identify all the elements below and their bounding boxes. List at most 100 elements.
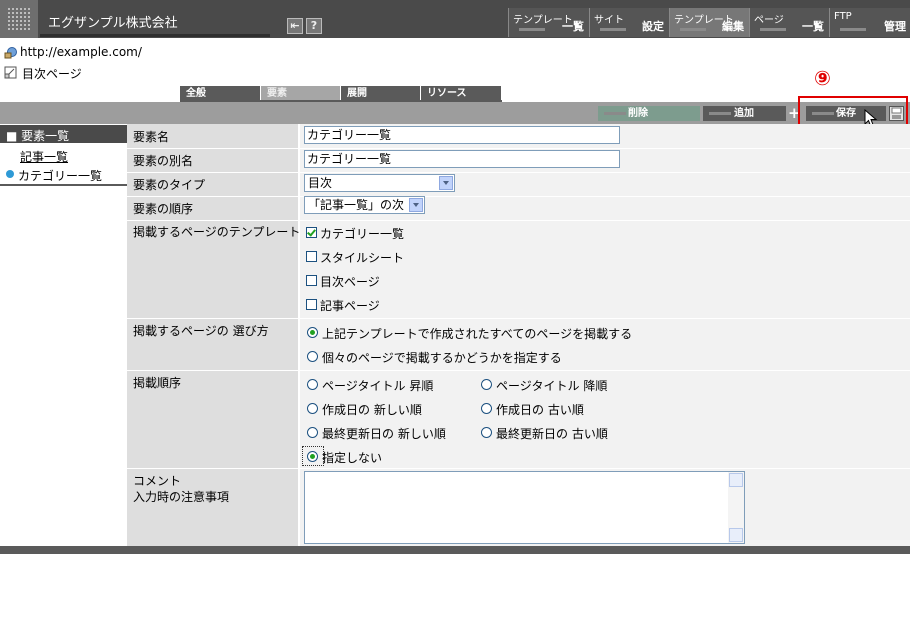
order-radio-title-asc[interactable]: [307, 379, 318, 390]
logo-dot: [28, 8, 30, 10]
nav-template-list-button[interactable]: テンプレート 一覧: [508, 8, 589, 37]
order-radio-created-new[interactable]: [307, 403, 318, 414]
nav-label-bottom: 一覧: [562, 20, 584, 33]
chevron-down-icon[interactable]: [409, 198, 423, 212]
logo-dot: [24, 24, 26, 26]
logo-dot: [20, 28, 22, 30]
company-name: エグザンプル株式会社: [48, 16, 178, 31]
logo-dot: [8, 12, 10, 14]
template-option-label: 目次ページ: [320, 275, 380, 289]
tab-deploy[interactable]: 展開: [341, 86, 421, 101]
nav-indicator: [840, 28, 866, 31]
button-indicator: [709, 112, 731, 115]
nav-site-settings-button[interactable]: サイト 設定: [589, 8, 669, 37]
nav-page-list-button[interactable]: ページ 一覧: [749, 8, 829, 37]
element-alias-label: 要素の別名: [133, 154, 194, 168]
selection-option-label: 上記テンプレートで作成されたすべてのページを掲載する: [322, 327, 633, 341]
delete-label: 削除: [628, 108, 648, 119]
tab-resources[interactable]: リソース: [421, 86, 502, 101]
nav-label-bottom: 一覧: [802, 20, 824, 33]
selection-radio-all[interactable]: [307, 327, 318, 338]
order-radio-title-desc[interactable]: [481, 379, 492, 390]
row-divider: [127, 318, 910, 319]
row-divider: [127, 196, 910, 197]
scroll-up-icon[interactable]: [729, 473, 743, 487]
element-type-value: 目次: [308, 176, 333, 190]
order-radio-created-old[interactable]: [481, 403, 492, 414]
template-checkbox-toc[interactable]: [306, 275, 317, 286]
logo-dot: [12, 24, 14, 26]
delete-button[interactable]: 削除: [598, 106, 700, 121]
order-radio-none[interactable]: [307, 451, 318, 462]
column-separator: [298, 124, 300, 546]
nav-template-edit-button[interactable]: テンプレート 編集: [669, 8, 749, 37]
comment-note-label: 入力時の注意事項: [133, 490, 230, 504]
logo-dot: [12, 12, 14, 14]
logo-dot: [12, 8, 14, 10]
help-icon[interactable]: ?: [306, 18, 322, 34]
back-icon[interactable]: ⇤: [287, 18, 303, 34]
site-globe-icon: [4, 47, 17, 59]
template-option-label: カテゴリー一覧: [320, 227, 405, 241]
nav-ftp-manage-button[interactable]: FTP 管理: [829, 8, 910, 37]
site-url-link[interactable]: http://example.com/: [20, 45, 142, 59]
logo-dot: [20, 24, 22, 26]
logo-dot: [24, 28, 26, 30]
logo-dot: [24, 8, 26, 10]
template-option-label: 記事ページ: [320, 299, 380, 313]
order-radio-updated-old[interactable]: [481, 427, 492, 438]
logo-dot: [16, 8, 18, 10]
element-order-select[interactable]: 「記事一覧」の次: [304, 196, 425, 214]
selection-method-label: 掲載するページの 選び方: [133, 324, 269, 338]
template-checkbox-stylesheet[interactable]: [306, 251, 317, 262]
element-order-value: 「記事一覧」の次: [308, 198, 405, 212]
add-label: 追加: [734, 108, 754, 119]
logo-dot: [28, 28, 30, 30]
nav-indicator: [519, 28, 545, 31]
add-button[interactable]: 追加: [703, 106, 786, 121]
sidebar-header[interactable]: ■ 要素一覧: [0, 125, 127, 143]
template-checkbox-article[interactable]: [306, 299, 317, 310]
scroll-down-icon[interactable]: [729, 528, 743, 542]
element-type-select[interactable]: 目次: [304, 174, 455, 192]
page-icon: [4, 66, 17, 79]
order-option-label: ページタイトル 昇順: [322, 379, 434, 393]
order-option-label: 最終更新日の 古い順: [496, 427, 608, 441]
nav-label-top: ページ: [754, 15, 784, 26]
logo-dot: [28, 12, 30, 14]
logo-dot: [16, 20, 18, 22]
tab-elements[interactable]: 要素: [261, 86, 341, 101]
selection-radio-individual[interactable]: [307, 351, 318, 362]
templates-label: 掲載するページのテンプレート: [133, 225, 301, 239]
logo-dot: [24, 16, 26, 18]
tab-general[interactable]: 全般: [180, 86, 261, 101]
logo-dot: [16, 24, 18, 26]
element-alias-input[interactable]: カテゴリー一覧: [304, 150, 620, 168]
order-option-label: ページタイトル 降順: [496, 379, 608, 393]
logo-dot: [8, 28, 10, 30]
row-divider: [127, 370, 910, 371]
nav-indicator: [680, 28, 706, 31]
comment-textarea[interactable]: [304, 471, 745, 544]
logo-dot: [24, 20, 26, 22]
logo-dot: [16, 16, 18, 18]
logo-dot: [16, 28, 18, 30]
logo-dot: [20, 8, 22, 10]
nav-label-bottom: 設定: [642, 20, 664, 33]
template-option-label: スタイルシート: [320, 251, 405, 265]
selected-dot-icon: [6, 170, 14, 178]
logo-dot: [12, 20, 14, 22]
element-name-input[interactable]: カテゴリー一覧: [304, 126, 620, 144]
row-divider: [127, 172, 910, 173]
row-divider: [127, 148, 910, 149]
template-checkbox-category[interactable]: [306, 227, 317, 238]
sidebar-item-article-list[interactable]: 記事一覧: [20, 148, 68, 165]
textarea-scrollbar[interactable]: [728, 472, 744, 543]
header-divider: [40, 34, 270, 37]
sidebar-item-category-list[interactable]: カテゴリー一覧: [18, 167, 102, 184]
display-order-label: 掲載順序: [133, 376, 182, 390]
order-option-label: 最終更新日の 新しい順: [322, 427, 446, 441]
step-number-annotation: ⑨: [814, 66, 831, 90]
chevron-down-icon[interactable]: [439, 176, 453, 190]
order-radio-updated-new[interactable]: [307, 427, 318, 438]
